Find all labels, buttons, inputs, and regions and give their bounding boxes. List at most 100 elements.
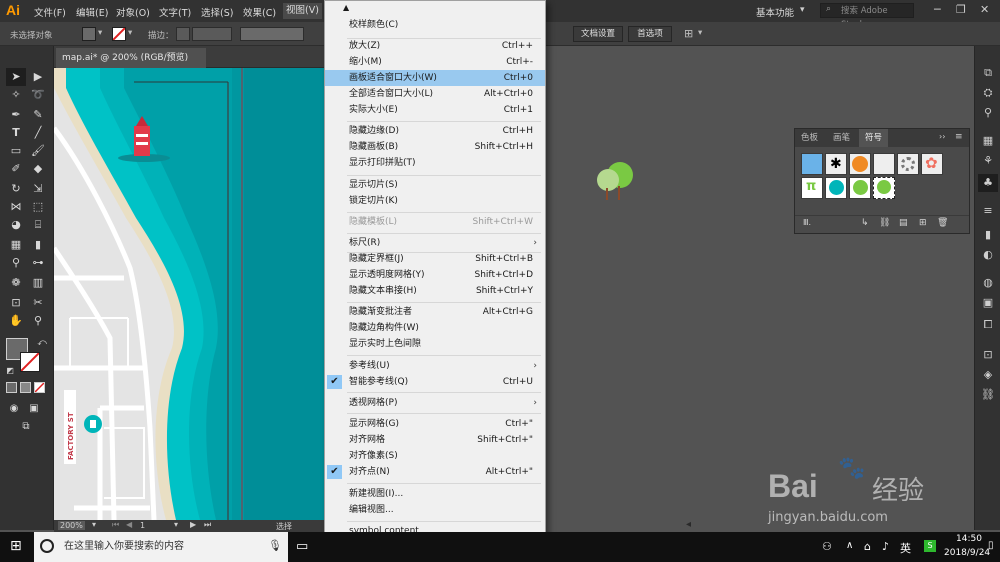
chevron-down-icon[interactable]: ▾ — [800, 5, 805, 15]
tab-brushes[interactable]: 画笔 — [827, 129, 856, 147]
stroke-icon[interactable]: ≡ — [978, 202, 998, 220]
symbol-swatch[interactable] — [801, 153, 823, 175]
menu-select[interactable]: 选择(S) — [201, 5, 233, 19]
mesh-tool-icon[interactable]: ▦ — [6, 236, 26, 254]
artboards-icon[interactable]: ⊡ — [978, 346, 998, 364]
blend-tool-icon[interactable]: ⊶ — [28, 254, 48, 272]
restore-icon[interactable]: ❐ — [956, 3, 966, 16]
draw-normal-icon[interactable]: ◉ — [4, 400, 24, 418]
scroll-arrow-icon[interactable]: ◂ — [686, 519, 691, 530]
menu-view[interactable]: 视图(V) — [283, 3, 322, 19]
zoom-level[interactable]: 200% — [58, 521, 85, 530]
chevron-down-icon[interactable]: ▾ — [92, 520, 96, 529]
menu-file[interactable]: 文件(F) — [34, 5, 66, 19]
edit-toolbar-icon[interactable]: ⧉ — [16, 418, 36, 436]
scale-tool-icon[interactable]: ⇲ — [28, 180, 48, 198]
symbol-ring[interactable] — [897, 153, 919, 175]
search-panel-icon[interactable]: ⚲ — [978, 104, 998, 122]
artboard-canvas[interactable]: FACTORY ST — [54, 68, 324, 520]
menu-object[interactable]: 对象(O) — [116, 5, 150, 19]
minimize-icon[interactable]: ─ — [934, 3, 941, 16]
document-tab[interactable]: map.ai* @ 200% (RGB/预览) — [56, 48, 206, 68]
symbols-icon[interactable]: ♣ — [978, 174, 998, 192]
first-artboard-icon[interactable]: ⏮ — [112, 520, 119, 530]
shape-builder-icon[interactable]: ◕ — [6, 216, 26, 234]
color-mode-icon[interactable] — [6, 382, 17, 393]
eraser-icon[interactable]: ◆ — [28, 160, 48, 178]
menu-item-rulers[interactable]: 标尺(R) › — [325, 235, 545, 251]
notifications-icon[interactable]: ▯ — [988, 540, 994, 551]
swap-colors-icon[interactable]: ⤺ — [32, 334, 52, 352]
menu-item-new-view[interactable]: 新建视图(I)... — [325, 486, 545, 502]
artboard-number[interactable]: 1 — [140, 521, 145, 530]
clock-date[interactable]: 2018/9/24 — [944, 548, 990, 558]
appearance-icon[interactable]: ◍ — [978, 274, 998, 292]
menu-item-fit-artboard[interactable]: 画板适合窗口大小(W) Ctrl+0 — [325, 70, 545, 86]
chevron-down-icon[interactable]: ▾ — [98, 28, 102, 38]
last-artboard-icon[interactable]: ⏭ — [204, 520, 211, 530]
transparency-icon[interactable]: ◐ — [978, 246, 998, 264]
menu-item-perspective-grid[interactable]: 透视网格(P) › — [325, 395, 545, 411]
paintbrush-icon[interactable]: 🖌 — [28, 142, 48, 160]
none-mode-icon[interactable] — [34, 382, 45, 393]
menu-item-lock-slices[interactable]: 锁定切片(K) — [325, 193, 545, 209]
menu-item-hide-text-threads[interactable]: 隐藏文本串接(H) Shift+Ctrl+Y — [325, 283, 545, 299]
scroll-up-icon[interactable]: ▲ — [343, 3, 349, 12]
brushes-icon[interactable]: ⚘ — [978, 152, 998, 170]
rotate-tool-icon[interactable]: ↻ — [6, 180, 26, 198]
delete-icon[interactable]: 🗑 — [937, 218, 948, 228]
menu-item-actual-size[interactable]: 实际大小(E) Ctrl+1 — [325, 102, 545, 118]
symbol-orange-button[interactable] — [849, 153, 871, 175]
menu-item-zoom-out[interactable]: 缩小(M) Ctrl+- — [325, 54, 545, 70]
free-transform-icon[interactable]: ⬚ — [28, 198, 48, 216]
ime-icon[interactable]: 英 — [900, 540, 911, 556]
line-tool-icon[interactable]: ╱ — [28, 124, 48, 142]
symbol-libraries-icon[interactable]: Ⅲ. — [803, 218, 811, 227]
properties-icon[interactable]: ⧉ — [978, 64, 998, 82]
magic-wand-icon[interactable]: ✧ — [6, 86, 26, 104]
tab-swatches[interactable]: 色板 — [795, 129, 824, 147]
lasso-icon[interactable]: ➰ — [28, 86, 48, 104]
curvature-tool-icon[interactable]: ✎ — [28, 106, 48, 124]
symbol-trees[interactable] — [873, 177, 895, 199]
symbol-flower[interactable]: ✿ — [921, 153, 943, 175]
symbol-options-icon[interactable]: ▤ — [899, 218, 908, 228]
rectangle-tool-icon[interactable]: ▭ — [6, 142, 26, 160]
menu-type[interactable]: 文字(T) — [159, 5, 191, 19]
chevron-down-icon[interactable]: ▾ — [698, 28, 702, 38]
place-symbol-icon[interactable]: ↳ — [861, 218, 869, 228]
menu-item-hide-gradient-annotator[interactable]: 隐藏渐变批注者 Alt+Ctrl+G — [325, 304, 545, 320]
prev-artboard-icon[interactable]: ◀ — [126, 520, 132, 529]
menu-effect[interactable]: 效果(C) — [243, 5, 276, 19]
symbol-tree-pin[interactable] — [849, 177, 871, 199]
slice-tool-icon[interactable]: ✂ — [28, 294, 48, 312]
preferences-button[interactable]: 首选项 — [628, 26, 672, 42]
width-tool-icon[interactable]: ⋈ — [6, 198, 26, 216]
stock-search-input[interactable]: 搜索 Adobe Stock — [820, 3, 914, 30]
microphone-icon[interactable]: 🎙 — [268, 539, 282, 552]
volume-icon[interactable]: ♪ — [882, 540, 889, 553]
variable-width-profile[interactable] — [240, 27, 304, 41]
menu-item-hide-bounding-box[interactable]: 隐藏定界框(J) Shift+Ctrl+B — [325, 251, 545, 267]
menu-item-show-live-paint-gaps[interactable]: 显示实时上色间隙 — [325, 336, 545, 352]
menu-item-show-slices[interactable]: 显示切片(S) — [325, 177, 545, 193]
chevron-down-icon[interactable]: ▾ — [174, 520, 178, 529]
screen-mode-icon[interactable]: ▣ — [24, 400, 44, 418]
menu-item-hide-corner-widget[interactable]: 隐藏边角构件(W) — [325, 320, 545, 336]
menu-item-hide-artboards[interactable]: 隐藏画板(B) Shift+Ctrl+H — [325, 139, 545, 155]
zoom-tool-icon[interactable]: ⚲ — [28, 312, 48, 330]
pen-tool-icon[interactable]: ✒ — [6, 106, 26, 124]
symbol-splatter[interactable]: ✱ — [825, 153, 847, 175]
perspective-grid-icon[interactable]: ⌸ — [28, 216, 48, 234]
windows-start-icon[interactable]: ⊞ — [10, 538, 22, 554]
swatches-icon[interactable]: ▦ — [978, 132, 998, 150]
symbol-frame[interactable] — [873, 153, 895, 175]
layers-icon[interactable]: ◈ — [978, 366, 998, 384]
menu-item-snap-to-pixel[interactable]: 对齐像素(S) — [325, 448, 545, 464]
document-settings-button[interactable]: 文档设置 — [573, 26, 623, 42]
menu-item-hide-edges[interactable]: 隐藏边缘(D) Ctrl+H — [325, 123, 545, 139]
symbol-sprayer-icon[interactable]: ❁ — [6, 274, 26, 292]
stroke-swatch[interactable] — [112, 27, 126, 41]
selection-tool-icon[interactable]: ➤ — [6, 68, 26, 86]
graphic-styles-icon[interactable]: ▣ — [978, 294, 998, 312]
